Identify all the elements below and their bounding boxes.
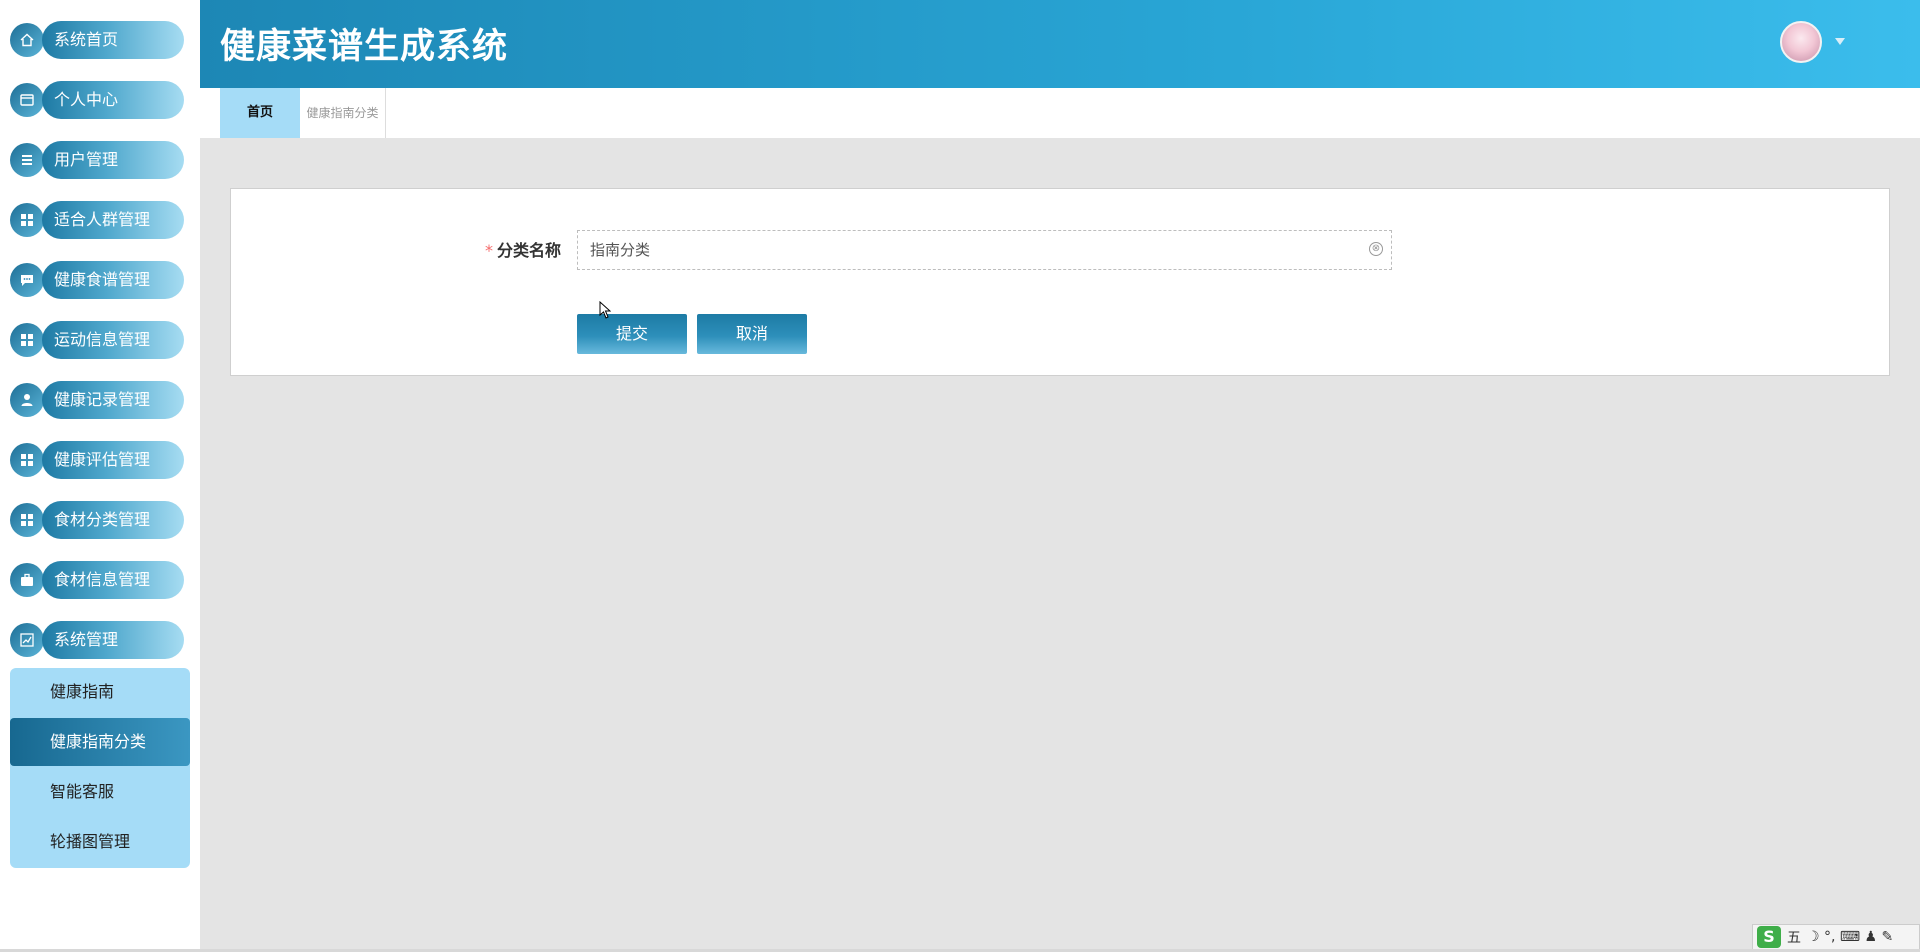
menu-item-label: 适合人群管理 [42, 201, 184, 239]
menu-item-label: 健康评估管理 [42, 441, 184, 479]
submenu-item-guide-category[interactable]: 健康指南分类 [10, 718, 190, 766]
ime-mode[interactable]: 五 [1787, 927, 1801, 947]
menu-item-label: 运动信息管理 [42, 321, 184, 359]
submenu-item-smart-service[interactable]: 智能客服 [10, 768, 190, 816]
briefcase-icon [10, 563, 44, 597]
avatar[interactable] [1780, 21, 1822, 63]
menu-item-label: 食材信息管理 [42, 561, 184, 599]
menu-item-exercise-info[interactable]: 运动信息管理 [10, 320, 184, 360]
menu-item-label: 系统首页 [42, 21, 184, 59]
tab-home[interactable]: 首页 [220, 88, 300, 138]
ime-toolbar[interactable]: S 五 ☽ °, ⌨ ♟ ✎ [1752, 924, 1920, 950]
submenu-item-carousel[interactable]: 轮播图管理 [10, 818, 190, 866]
menu-item-label: 食材分类管理 [42, 501, 184, 539]
tab-bar: 首页 健康指南分类 [200, 88, 1920, 138]
tab-guide-category[interactable]: 健康指南分类 [300, 88, 386, 138]
sidebar: 系统首页 个人中心 用户管理 适合人群管理 健康食谱管理 运动信息管理 健康记录… [0, 0, 200, 952]
menu-item-ingredient-category[interactable]: 食材分类管理 [10, 500, 184, 540]
ime-logo-icon: S [1757, 926, 1781, 948]
menu-item-system-management[interactable]: 系统管理 [10, 620, 184, 660]
mouse-cursor-icon [599, 301, 611, 319]
menu-item-label: 个人中心 [42, 81, 184, 119]
system-submenu: 健康指南 健康指南分类 智能客服 轮播图管理 [10, 668, 190, 868]
menu-item-label: 系统管理 [42, 621, 184, 659]
category-name-label: * 分类名称 [481, 237, 561, 261]
menu-item-personal-center[interactable]: 个人中心 [10, 80, 184, 120]
top-header: 健康菜谱生成系统 [200, 0, 1920, 88]
menu-item-label: 健康食谱管理 [42, 261, 184, 299]
form-card: * 分类名称 指南分类 ⊗ 提交 取消 [230, 188, 1890, 376]
clear-icon[interactable]: ⊗ [1369, 242, 1383, 256]
chart-icon [10, 623, 44, 657]
list-icon [10, 143, 44, 177]
grid-icon [10, 203, 44, 237]
category-name-input[interactable]: 指南分类 ⊗ [577, 230, 1392, 270]
category-name-value: 指南分类 [590, 241, 651, 259]
grid-icon [10, 443, 44, 477]
menu-item-label: 用户管理 [42, 141, 184, 179]
grid-icon [10, 323, 44, 357]
menu-item-label: 健康记录管理 [42, 381, 184, 419]
ime-symbols[interactable]: ☽ °, ⌨ ♟ ✎ [1807, 929, 1893, 945]
menu-item-home[interactable]: 系统首页 [10, 20, 184, 60]
chat-icon [10, 263, 44, 297]
submit-button[interactable]: 提交 [577, 314, 687, 354]
menu-item-ingredient-info[interactable]: 食材信息管理 [10, 560, 184, 600]
menu-item-user-management[interactable]: 用户管理 [10, 140, 184, 180]
menu-item-health-assessment[interactable]: 健康评估管理 [10, 440, 184, 480]
chevron-down-icon[interactable] [1835, 38, 1845, 45]
menu-item-healthy-recipes[interactable]: 健康食谱管理 [10, 260, 184, 300]
category-name-label-text: 分类名称 [496, 241, 561, 260]
cancel-button[interactable]: 取消 [697, 314, 807, 354]
grid-icon [10, 503, 44, 537]
wallet-icon [10, 83, 44, 117]
submenu-item-health-guide[interactable]: 健康指南 [10, 668, 190, 716]
app-title: 健康菜谱生成系统 [220, 27, 509, 67]
menu-item-suitable-crowd[interactable]: 适合人群管理 [10, 200, 184, 240]
required-mark: * [484, 241, 493, 260]
user-icon [10, 383, 44, 417]
home-icon [10, 23, 44, 57]
menu-item-health-records[interactable]: 健康记录管理 [10, 380, 184, 420]
